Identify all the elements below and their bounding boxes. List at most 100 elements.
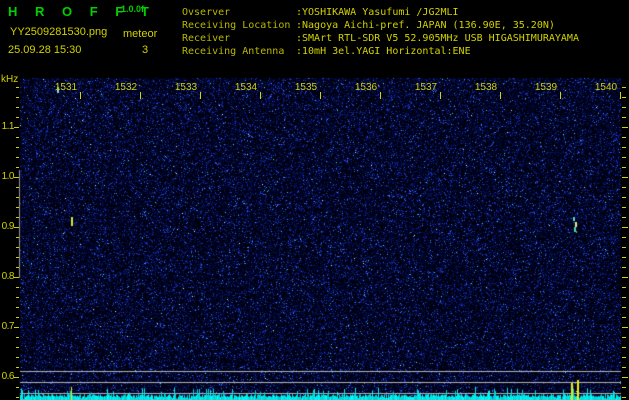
freq-minor-tick-left <box>16 207 19 208</box>
freq-minor-tick-right <box>622 197 626 198</box>
freq-tick-label: 0.7 <box>1 321 15 332</box>
freq-minor-tick-left <box>16 347 19 348</box>
time-tick-mark <box>320 92 321 99</box>
freq-minor-tick-right <box>622 307 626 308</box>
time-tick-mark <box>500 92 501 99</box>
mode-label: meteor <box>123 28 158 40</box>
freq-minor-tick-right <box>622 97 626 98</box>
time-tick-label: 1539 <box>534 82 558 93</box>
freq-major-tick-right <box>622 277 628 278</box>
station-row-label: Receiver <box>182 33 291 44</box>
freq-minor-tick-right <box>622 317 626 318</box>
freq-minor-tick-right <box>622 217 626 218</box>
freq-minor-tick-left <box>16 337 19 338</box>
time-tick-label: 1535 <box>294 82 318 93</box>
time-tick-mark <box>620 92 621 99</box>
freq-minor-tick-right <box>622 117 626 118</box>
freq-minor-tick-left <box>16 197 19 198</box>
freq-minor-tick-right <box>622 337 626 338</box>
station-row-value: :Nagoya Aichi-pref. JAPAN (136.90E, 35.2… <box>296 20 555 31</box>
freq-minor-tick-left <box>16 237 19 238</box>
freq-minor-tick-right <box>622 397 626 398</box>
freq-minor-tick-left <box>16 137 19 138</box>
freq-minor-tick-right <box>622 257 626 258</box>
freq-minor-tick-left <box>16 397 19 398</box>
station-row-value: :YOSHIKAWA Yasufumi /JG2MLI <box>296 7 459 18</box>
freq-minor-tick-left <box>16 217 19 218</box>
station-row-value: :10mH 3el.YAGI Horizontal:ENE <box>296 46 471 57</box>
freq-minor-tick-right <box>622 367 626 368</box>
freq-minor-tick-right <box>622 147 626 148</box>
time-tick-label: 1532 <box>114 82 138 93</box>
time-tick-label: 1538 <box>474 82 498 93</box>
freq-minor-tick-left <box>16 287 19 288</box>
freq-minor-tick-left <box>16 167 19 168</box>
freq-minor-tick-left <box>16 307 19 308</box>
freq-major-tick-right <box>622 177 628 178</box>
freq-major-tick-left <box>14 377 19 378</box>
time-tick-mark <box>140 92 141 99</box>
freq-major-tick-right <box>622 377 628 378</box>
station-row-label: Receiving Antenna <box>182 46 291 57</box>
hrofft-window: H R O F F T 1.0.0f YY2509281530.png mete… <box>0 0 629 400</box>
time-tick-mark <box>380 92 381 99</box>
freq-minor-tick-right <box>622 167 626 168</box>
freq-minor-tick-left <box>16 107 19 108</box>
freq-minor-tick-left <box>16 317 19 318</box>
freq-minor-tick-left <box>16 157 19 158</box>
freq-minor-tick-right <box>622 297 626 298</box>
freq-minor-tick-left <box>16 297 19 298</box>
freq-major-tick-right <box>622 127 628 128</box>
freq-minor-tick-left <box>16 187 19 188</box>
time-tick-label: 1533 <box>174 82 198 93</box>
freq-minor-tick-right <box>622 87 626 88</box>
freq-tick-label: 0.6 <box>1 371 15 382</box>
datetime-label: 25.09.28 15:30 <box>8 44 82 56</box>
time-tick-label: 1534 <box>234 82 258 93</box>
freq-minor-tick-right <box>622 157 626 158</box>
freq-minor-tick-right <box>622 347 626 348</box>
time-tick-label: 1536 <box>354 82 378 93</box>
freq-tick-label: 0.9 <box>1 221 15 232</box>
station-info: Ovserver :YOSHIKAWA Yasufumi /JG2MLI Rece… <box>182 7 629 67</box>
freq-major-tick-left <box>14 127 19 128</box>
echo-count: 3 <box>142 44 149 56</box>
time-tick-mark <box>80 92 81 99</box>
station-row-label: Ovserver <box>182 7 291 18</box>
freq-minor-tick-right <box>622 187 626 188</box>
time-tick-mark <box>560 92 561 99</box>
time-tick-label: 1537 <box>414 82 438 93</box>
freq-minor-tick-left <box>16 367 19 368</box>
freq-minor-tick-left <box>16 247 19 248</box>
freq-minor-tick-left <box>16 147 19 148</box>
app-version: 1.0.0f <box>121 4 145 14</box>
freq-minor-tick-right <box>622 287 626 288</box>
station-row: Ovserver :YOSHIKAWA Yasufumi /JG2MLI <box>182 7 629 20</box>
freq-major-tick-right <box>622 327 628 328</box>
station-row-value: :SMArt RTL-SDR V5 52.905MHz USB HIGASHIM… <box>296 33 579 44</box>
freq-major-tick-right <box>622 227 628 228</box>
time-tick-label: 1540 <box>594 82 618 93</box>
freq-major-tick-left <box>14 277 19 278</box>
station-row: Receiving Antenna :10mH 3el.YAGI Horizon… <box>182 46 629 59</box>
freq-major-tick-left <box>14 327 19 328</box>
freq-minor-tick-right <box>622 107 626 108</box>
freq-minor-tick-right <box>622 237 626 238</box>
freq-minor-tick-right <box>622 207 626 208</box>
freq-minor-tick-right <box>622 137 626 138</box>
time-tick-mark <box>200 92 201 99</box>
freq-minor-tick-left <box>16 267 19 268</box>
time-tick-label: 1531 <box>54 82 78 93</box>
freq-tick-label: 1.1 <box>1 121 15 132</box>
freq-minor-tick-left <box>16 357 19 358</box>
freq-axis-unit: kHz <box>1 74 19 85</box>
station-row: Receiving Location:Nagoya Aichi-pref. JA… <box>182 20 629 33</box>
freq-minor-tick-right <box>622 357 626 358</box>
output-filename: YY2509281530.png <box>10 26 108 38</box>
freq-tick-label: 1.0 <box>1 171 15 182</box>
time-tick-mark <box>440 92 441 99</box>
freq-minor-tick-left <box>16 87 19 88</box>
freq-minor-tick-left <box>16 117 19 118</box>
freq-minor-tick-right <box>622 267 626 268</box>
freq-minor-tick-left <box>16 387 19 388</box>
